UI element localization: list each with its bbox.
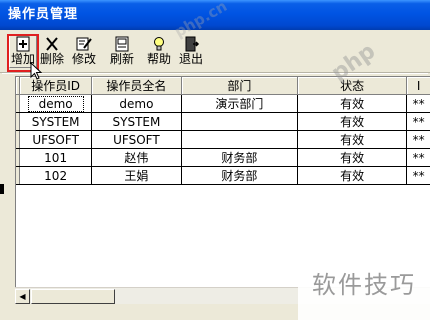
cell-department[interactable] [181, 130, 298, 149]
table-row[interactable]: SYSTEM SYSTEM 有效 ** [16, 112, 430, 131]
cell-operator-id[interactable]: 102 [19, 166, 92, 185]
cell-department[interactable]: 财务部 [181, 166, 298, 185]
refresh-button-label: 刷新 [109, 52, 134, 66]
table-row[interactable]: 102 王娟 财务部 有效 ** [16, 166, 430, 185]
brand-watermark: 软件技巧 [298, 250, 430, 320]
exit-button-label: 退出 [178, 52, 203, 66]
table-row[interactable]: UFSOFT UFSOFT 有效 ** [16, 130, 430, 149]
cell-text: demo [27, 95, 84, 112]
cell-status[interactable]: 有效 [297, 130, 408, 149]
table-header-row: 操作员ID 操作员全名 部门 状态 I [16, 77, 430, 95]
help-bulb-icon [154, 37, 164, 51]
scroll-left-icon: ◀ [19, 292, 26, 301]
operator-table: 操作员ID 操作员全名 部门 状态 I demo demo 演示部门 有效 ** [16, 77, 430, 185]
scroll-left-button[interactable]: ◀ [15, 289, 30, 304]
cell-full-name[interactable]: UFSOFT [91, 130, 182, 149]
cell-extra[interactable]: ** [406, 130, 430, 149]
scroll-thumb[interactable] [31, 289, 115, 304]
window-edge-mark [0, 184, 4, 194]
cell-full-name[interactable]: 赵伟 [91, 148, 182, 167]
cell-full-name[interactable]: SYSTEM [91, 112, 182, 131]
cell-operator-id[interactable]: UFSOFT [19, 130, 92, 149]
cell-operator-id[interactable]: 101 [19, 148, 92, 167]
refresh-button[interactable]: 刷新 [108, 34, 136, 68]
cell-extra[interactable]: ** [406, 166, 430, 185]
cell-department[interactable]: 财务部 [181, 148, 298, 167]
column-header-status[interactable]: 状态 [297, 77, 408, 95]
cell-operator-id[interactable]: SYSTEM [19, 112, 92, 131]
mouse-cursor-icon [30, 62, 42, 80]
modify-button-label: 修改 [71, 52, 96, 66]
toolbar-divider [2, 73, 428, 74]
cell-full-name[interactable]: demo [91, 94, 182, 113]
add-document-icon [16, 36, 30, 52]
cell-full-name[interactable]: 王娟 [91, 166, 182, 185]
table-row[interactable]: 101 赵伟 财务部 有效 ** [16, 148, 430, 167]
exit-door-icon [185, 36, 200, 52]
column-header-full-name[interactable]: 操作员全名 [91, 77, 182, 95]
help-button-label: 帮助 [146, 52, 171, 66]
toolbar: 增加 删除 修改 刷新 帮助 退出 [0, 30, 430, 73]
column-header-extra[interactable]: I [406, 77, 430, 95]
window-title: 操作员管理 [0, 0, 430, 30]
help-button[interactable]: 帮助 [145, 34, 173, 68]
cell-operator-id[interactable]: demo [19, 94, 92, 113]
cell-extra[interactable]: ** [406, 148, 430, 167]
cell-department[interactable]: 演示部门 [181, 94, 298, 113]
cell-extra[interactable]: ** [406, 112, 430, 131]
delete-x-icon [46, 37, 58, 51]
cell-status[interactable]: 有效 [297, 112, 408, 131]
cell-status[interactable]: 有效 [297, 148, 408, 167]
column-header-department[interactable]: 部门 [181, 77, 298, 95]
cell-extra[interactable]: ** [406, 94, 430, 113]
table-row[interactable]: demo demo 演示部门 有效 ** [16, 94, 430, 113]
operator-management-window: 操作员管理 增加 删除 修改 刷新 帮助 退出 操作员ID 操作员全名 部门 状… [0, 0, 430, 320]
exit-button[interactable]: 退出 [177, 34, 205, 68]
delete-button[interactable]: 删除 [38, 34, 66, 68]
cell-status[interactable]: 有效 [297, 166, 408, 185]
cell-status[interactable]: 有效 [297, 94, 408, 113]
edit-icon [76, 37, 92, 51]
modify-button[interactable]: 修改 [70, 34, 98, 68]
refresh-icon [115, 36, 129, 52]
cell-department[interactable] [181, 112, 298, 131]
